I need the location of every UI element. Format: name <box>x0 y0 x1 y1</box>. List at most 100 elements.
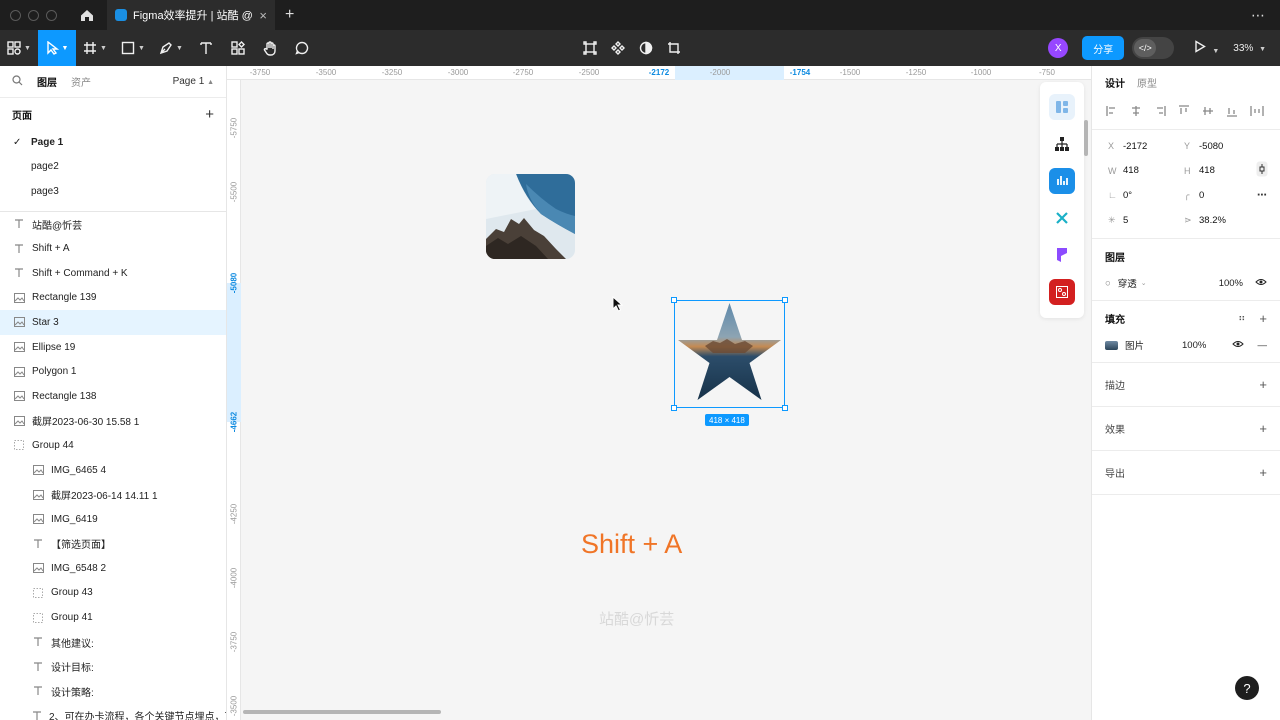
layer-row[interactable]: Group 41 <box>0 605 226 630</box>
more-menu-icon[interactable]: ⋯ <box>1251 7 1266 24</box>
shape-tool-button[interactable]: ▼ <box>114 30 152 66</box>
point-count-field[interactable]: ✳ 5 <box>1092 215 1168 226</box>
add-page-button[interactable]: + <box>205 106 214 123</box>
layer-row[interactable]: 【筛选页面】 <box>0 532 226 557</box>
resources-button[interactable] <box>222 30 254 66</box>
maximize-window-button[interactable] <box>46 9 57 21</box>
edit-object-button[interactable] <box>583 30 597 66</box>
align-left-icon[interactable] <box>1106 105 1118 117</box>
text-tool-button[interactable] <box>190 30 222 66</box>
plugin-chart-icon[interactable] <box>1049 168 1075 194</box>
move-tool-button[interactable]: ▼ <box>38 30 76 66</box>
file-tab[interactable]: Figma效率提升 | 站酷 @ 忻芸 × <box>107 0 275 30</box>
resize-handle-top-right[interactable] <box>782 297 788 303</box>
h-field[interactable]: H 418 <box>1168 165 1244 176</box>
x-field[interactable]: X -2172 <box>1092 141 1168 152</box>
hand-tool-button[interactable] <box>254 30 286 66</box>
layer-row[interactable]: 站酷@忻芸 <box>0 212 226 237</box>
plugin-hierarchy-icon[interactable] <box>1049 131 1075 157</box>
tab-assets[interactable]: 资产 <box>71 74 91 89</box>
styles-grid-icon[interactable]: ⠶ <box>1238 313 1245 324</box>
layer-row[interactable]: 截屏2023-06-30 15.58 1 <box>0 409 226 434</box>
mask-button[interactable] <box>639 30 653 66</box>
plugin-layout-icon[interactable] <box>1049 94 1075 120</box>
page-item[interactable]: page2 <box>0 155 226 180</box>
resize-handle-bottom-right[interactable] <box>782 405 788 411</box>
layer-row[interactable]: 其他建议: <box>0 630 226 655</box>
add-stroke-button[interactable]: + <box>1259 377 1267 392</box>
fill-opacity[interactable]: 100% <box>1182 340 1206 351</box>
page-item[interactable]: page3 <box>0 179 226 204</box>
distribute-icon[interactable] <box>1250 105 1264 117</box>
close-window-button[interactable] <box>10 9 21 21</box>
tab-prototype[interactable]: 原型 <box>1137 75 1157 90</box>
remove-fill-icon[interactable]: — <box>1258 340 1268 351</box>
ratio-field[interactable]: ⋗ 38.2% <box>1168 215 1244 226</box>
layer-row[interactable]: IMG_6419 <box>0 507 226 532</box>
frame-tool-button[interactable]: ▼ <box>76 30 114 66</box>
layer-row[interactable]: Star 3 <box>0 310 226 335</box>
align-top-icon[interactable] <box>1178 104 1190 117</box>
plugin-purple-icon[interactable] <box>1049 242 1075 268</box>
w-field[interactable]: W 418 <box>1092 165 1168 176</box>
resize-handle-bottom-left[interactable] <box>671 405 677 411</box>
present-button[interactable]: ▼ <box>1194 40 1219 56</box>
pen-tool-button[interactable]: ▼ <box>152 30 190 66</box>
image-fill-swatch[interactable] <box>1105 340 1118 350</box>
home-icon[interactable] <box>73 0 101 30</box>
canvas[interactable]: 418 × 418 Shift + A 站酷@忻芸 <box>241 80 1091 720</box>
more-options-icon[interactable]: ⋯ <box>1257 190 1268 201</box>
layer-row[interactable]: Polygon 1 <box>0 359 226 384</box>
layer-row[interactable]: 设计策略: <box>0 679 226 704</box>
eye-icon[interactable] <box>1255 278 1267 289</box>
layer-row[interactable]: Shift + A <box>0 236 226 261</box>
shift-a-text[interactable]: Shift + A <box>581 529 682 560</box>
layer-row[interactable]: 设计目标: <box>0 654 226 679</box>
layer-row[interactable]: Rectangle 139 <box>0 286 226 311</box>
align-right-icon[interactable] <box>1154 105 1166 117</box>
corner-radius-field[interactable]: ╭ 0 <box>1168 190 1244 201</box>
help-button[interactable]: ? <box>1235 676 1259 700</box>
user-avatar[interactable]: X <box>1048 38 1069 58</box>
horizontal-scrollbar[interactable] <box>243 710 441 714</box>
tab-design[interactable]: 设计 <box>1105 75 1125 90</box>
layer-row[interactable]: 2、可在办卡流程，各个关键节点埋点，可 <box>0 704 226 720</box>
create-component-button[interactable] <box>611 30 625 66</box>
close-tab-icon[interactable]: × <box>259 8 267 23</box>
rotation-field[interactable]: ∟ 0° <box>1092 190 1168 201</box>
comment-tool-button[interactable] <box>286 30 318 66</box>
blend-mode-dropdown[interactable]: 穿透 <box>1118 276 1137 290</box>
layer-row[interactable]: Group 44 <box>0 433 226 458</box>
search-icon[interactable] <box>12 74 23 89</box>
layer-row[interactable]: IMG_6548 2 <box>0 556 226 581</box>
vertical-scrollbar[interactable] <box>1084 120 1088 156</box>
page-item[interactable]: ✓ Page 1 <box>0 130 226 155</box>
resize-handle-top-left[interactable] <box>671 297 677 303</box>
landscape-image[interactable] <box>486 174 575 259</box>
layer-opacity[interactable]: 100% <box>1219 278 1243 289</box>
layer-row[interactable]: IMG_6465 4 <box>0 458 226 483</box>
layer-row[interactable]: Shift + Command + K <box>0 261 226 286</box>
star-3-selection[interactable] <box>671 297 788 411</box>
eye-icon[interactable] <box>1231 340 1244 351</box>
crop-button[interactable] <box>667 30 681 66</box>
layer-row[interactable]: 截屏2023-06-14 14.11 1 <box>0 482 226 507</box>
add-effect-button[interactable]: + <box>1259 421 1267 436</box>
align-horizontal-center-icon[interactable] <box>1130 105 1142 117</box>
new-tab-button[interactable]: + <box>285 6 294 24</box>
plugin-x-icon[interactable] <box>1049 205 1075 231</box>
plugin-red-seal-icon[interactable] <box>1049 279 1075 305</box>
constrain-proportions-icon[interactable] <box>1256 161 1268 180</box>
align-bottom-icon[interactable] <box>1226 105 1238 117</box>
y-field[interactable]: Y -5080 <box>1168 141 1244 152</box>
add-fill-button[interactable]: + <box>1259 311 1267 326</box>
align-vertical-center-icon[interactable] <box>1202 105 1214 117</box>
share-button[interactable]: 分享 <box>1082 36 1125 60</box>
layer-row[interactable]: Group 43 <box>0 581 226 606</box>
add-export-button[interactable]: + <box>1259 465 1267 480</box>
fill-type[interactable]: 图片 <box>1125 338 1144 352</box>
dev-mode-toggle[interactable]: </> <box>1132 37 1175 59</box>
minimize-window-button[interactable] <box>28 9 39 21</box>
zoom-menu[interactable]: 33% ▼ <box>1233 43 1266 54</box>
layer-row[interactable]: Ellipse 19 <box>0 335 226 360</box>
